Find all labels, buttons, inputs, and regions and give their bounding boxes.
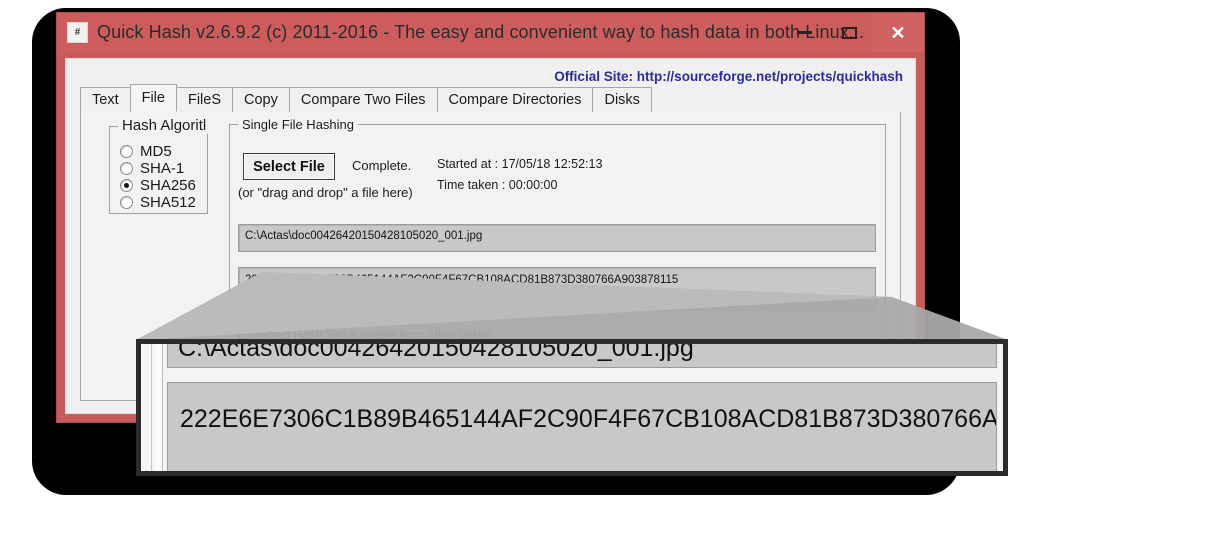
app-icon: # (67, 22, 88, 43)
started-at-text: Started at : 17/05/18 12:52:13 (437, 157, 603, 171)
tab-files[interactable]: FileS (175, 87, 234, 112)
tab-text[interactable]: Text (80, 87, 131, 112)
official-site-link[interactable]: Official Site: http://sourceforge.net/pr… (554, 69, 903, 84)
window-title: Quick Hash v2.6.9.2 (c) 2011-2016 - The … (97, 22, 865, 42)
magnified-file-path: C:\Actas\doc00426420150428105020_001.jpg (167, 344, 997, 368)
radio-sha1-icon (120, 162, 133, 175)
callout-left-edge (141, 344, 152, 471)
radio-sha1-label: SHA-1 (140, 160, 185, 177)
tab-file[interactable]: File (129, 84, 177, 112)
magnified-callout-content: C:\Actas\doc00426420150428105020_001.jpg… (141, 344, 1003, 471)
status-text: Complete. (352, 158, 412, 173)
tab-strip-end (650, 87, 652, 112)
callout-left-edge-secondary (155, 344, 163, 471)
hash-algorithm-group-title: Hash Algoritl (118, 117, 211, 134)
hash-algorithm-group: Hash Algoritl MD5 SHA-1 SHA256 SHA512 (109, 117, 211, 214)
radio-sha256-label: SHA256 (140, 177, 196, 194)
single-file-hashing-title: Single File Hashing (238, 117, 359, 132)
tab-compare-two-files[interactable]: Compare Two Files (288, 87, 438, 112)
close-icon: ✕ (890, 22, 906, 43)
window-controls: ✕ (782, 13, 924, 52)
radio-sha256[interactable]: SHA256 (120, 177, 196, 194)
magnified-hash-value: 222E6E7306C1B89B465144AF2C90F4F67CB108AC… (167, 382, 997, 471)
tab-disks[interactable]: Disks (592, 87, 652, 112)
drag-drop-hint: (or "drag and drop" a file here) (238, 185, 413, 200)
tab-copy[interactable]: Copy (232, 87, 290, 112)
hash-value-field[interactable]: 222E6E7306C1B89B465144AF2C90F4F67CB108AC… (238, 267, 876, 311)
time-taken-text: Time taken : 00:00:00 (437, 178, 558, 192)
radio-sha256-icon (120, 179, 133, 192)
radio-sha512-label: SHA512 (140, 194, 196, 211)
radio-sha1[interactable]: SHA-1 (120, 160, 184, 177)
tab-compare-directories[interactable]: Compare Directories (436, 87, 594, 112)
radio-sha512[interactable]: SHA512 (120, 194, 196, 211)
radio-md5[interactable]: MD5 (120, 143, 172, 160)
window-title-bar[interactable]: # Quick Hash v2.6.9.2 (c) 2011-2016 - Th… (57, 13, 924, 52)
tab-strip: Text File FileS Copy Compare Two Files C… (80, 84, 901, 113)
file-path-field[interactable]: C:\Actas\doc00426420150428105020_001.jpg (238, 224, 876, 252)
maximize-icon (842, 26, 857, 39)
minimize-icon (797, 31, 812, 34)
magnified-callout: C:\Actas\doc00426420150428105020_001.jpg… (136, 339, 1008, 476)
close-button[interactable]: ✕ (872, 13, 924, 52)
radio-md5-icon (120, 145, 133, 158)
minimize-button[interactable] (782, 13, 827, 52)
radio-md5-label: MD5 (140, 143, 172, 160)
select-file-button[interactable]: Select File (243, 153, 335, 180)
maximize-button[interactable] (827, 13, 872, 52)
radio-sha512-icon (120, 196, 133, 209)
